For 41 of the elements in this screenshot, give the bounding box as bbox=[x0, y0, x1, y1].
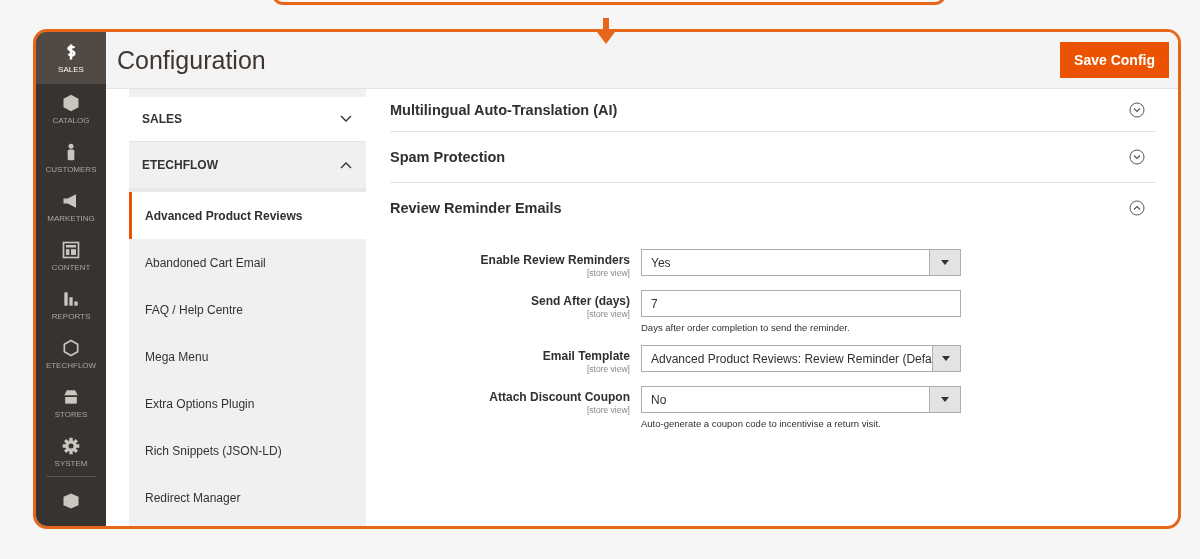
nav-item[interactable]: Mega Menu bbox=[129, 333, 366, 380]
field-note: Days after order completion to send the reminder. bbox=[641, 322, 851, 333]
scope-label: [store view] bbox=[587, 309, 630, 319]
scope-label: [store view] bbox=[587, 405, 630, 415]
select-field[interactable]: Yes bbox=[641, 249, 961, 276]
section-title: Multilingual Auto-Translation (AI) bbox=[390, 102, 618, 118]
select-field[interactable]: Advanced Product Reviews: Review Reminder (Defa bbox=[641, 345, 961, 372]
nav-item[interactable]: Redirect Manager bbox=[129, 474, 366, 521]
field-note: Auto-generate a coupon code to incentivise a return visit. bbox=[641, 418, 882, 429]
field-label: Enable Review Reminders bbox=[480, 253, 630, 267]
section-header[interactable]: Multilingual Auto-Translation (AI) bbox=[390, 89, 1156, 132]
nav-item[interactable]: Extra Options Plugin bbox=[129, 380, 366, 427]
sidebar-item[interactable]: MARKETING bbox=[36, 182, 106, 232]
select-field[interactable]: No bbox=[641, 386, 961, 413]
section-title: Spam Protection bbox=[390, 149, 506, 165]
sidebar-item[interactable]: REPORTS bbox=[36, 280, 106, 330]
sidebar-item[interactable]: CUSTOMERS bbox=[36, 133, 106, 183]
sidebar-item[interactable]: STORES bbox=[36, 378, 106, 428]
scope-label: [store view] bbox=[587, 268, 630, 278]
sidebar-item[interactable]: SYSTEM bbox=[36, 427, 106, 476]
page-title: Configuration bbox=[117, 45, 266, 75]
input-field[interactable]: 7 bbox=[641, 290, 961, 317]
section-header[interactable]: Spam Protection bbox=[390, 132, 1156, 183]
sidebar-item[interactable]: CONTENT bbox=[36, 231, 106, 281]
nav-item[interactable]: Abandoned Cart Email bbox=[129, 239, 366, 286]
sidebar-item[interactable]: CATALOG bbox=[36, 84, 106, 134]
field-label: Email Template bbox=[542, 349, 630, 363]
field-label: Attach Discount Coupon bbox=[489, 390, 630, 404]
section-header[interactable]: Review Reminder Emails bbox=[390, 183, 1156, 233]
section-title: Review Reminder Emails bbox=[390, 200, 562, 216]
sidebar-item[interactable]: SALES bbox=[36, 32, 106, 85]
nav-group-title: ETECHFLOW bbox=[142, 158, 218, 172]
nav-group-title: SALES bbox=[142, 112, 182, 126]
field-label: Send After (days) bbox=[531, 294, 630, 308]
sidebar-item[interactable]: ETECHFLOW bbox=[36, 329, 106, 379]
save-config-button[interactable]: Save Config bbox=[1060, 42, 1169, 78]
nav-item[interactable]: Rich Snippets (JSON-LD) bbox=[129, 427, 366, 474]
nav-group-header[interactable]: SALES bbox=[129, 97, 366, 142]
nav-item[interactable]: FAQ / Help Centre bbox=[129, 286, 366, 333]
nav-item[interactable]: Advanced Product Reviews bbox=[129, 192, 366, 239]
scope-label: [store view] bbox=[587, 364, 630, 374]
